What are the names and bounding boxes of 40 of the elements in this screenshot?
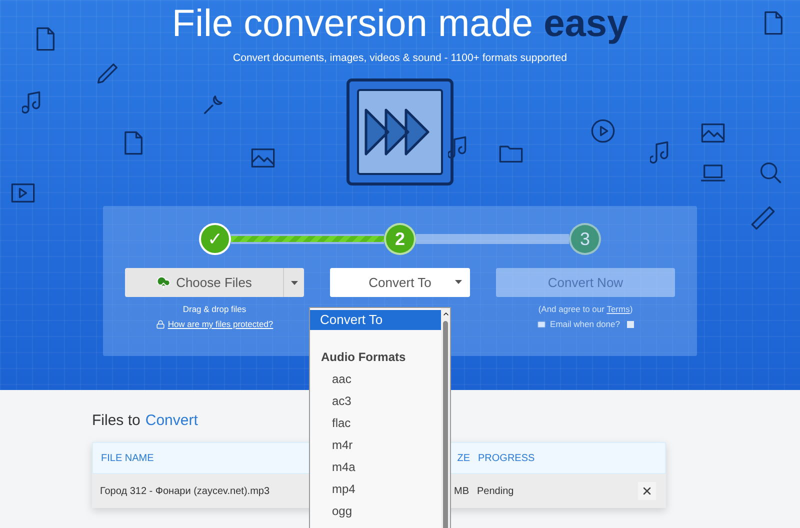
step-indicator: 3 <box>569 223 601 255</box>
file-name-cell: Город 312 - Фонари (zaycev.net).mp3 <box>100 486 270 496</box>
close-button[interactable] <box>638 482 656 500</box>
caret-icon <box>290 280 298 284</box>
subtitle: Convert documents, images, videos & sound - 1100+ formats supported <box>233 52 567 64</box>
step-indicator: 2 <box>384 223 416 255</box>
dropdown-option[interactable]: m4a <box>310 456 441 478</box>
email-label: Email when done? <box>550 319 620 329</box>
dropdown-option[interactable]: flac <box>310 412 441 434</box>
convert-to-select[interactable]: Convert To <box>330 268 470 297</box>
dropdown-option[interactable]: m4r <box>310 434 441 456</box>
terms-note: (And agree to our Terms) <box>538 304 633 314</box>
dropdown-option[interactable]: ac3 <box>310 390 441 412</box>
scrollbar[interactable] <box>441 308 450 528</box>
search-icon <box>758 160 784 186</box>
section-heading: Files to <box>92 412 140 429</box>
section-heading-accent: Convert <box>145 412 198 429</box>
page-title: File conversion made easy <box>172 4 628 44</box>
dropdown-option[interactable]: mp4 <box>310 478 441 500</box>
option-group-label: Audio Formats <box>320 349 407 366</box>
ruler-icon <box>750 205 776 231</box>
choose-files-button[interactable]: Choose Files <box>125 268 283 297</box>
scroll-up-icon <box>442 310 450 318</box>
status-cell: Pending <box>477 486 514 496</box>
table-cell-text: MB <box>453 486 469 496</box>
lock-icon <box>156 320 165 328</box>
column-header: ZE <box>456 452 470 464</box>
dropdown-option[interactable]: Convert To <box>310 310 441 330</box>
dropdown-option[interactable]: aac <box>310 368 441 390</box>
protection-link[interactable]: How are my files protected? <box>168 319 274 329</box>
drag-drop-hint: Drag & drop files <box>182 304 246 314</box>
cloud-upload-icon <box>156 275 172 290</box>
step-indicator: ✓ <box>199 223 231 255</box>
column-header: FILE NAME <box>101 452 154 464</box>
play-icon <box>590 118 616 144</box>
dropdown-option[interactable]: ogg <box>310 500 441 522</box>
column-header: PROGRESS <box>478 452 535 464</box>
caret-icon <box>455 280 462 284</box>
close-icon <box>641 485 653 497</box>
caret-button[interactable] <box>283 268 304 297</box>
